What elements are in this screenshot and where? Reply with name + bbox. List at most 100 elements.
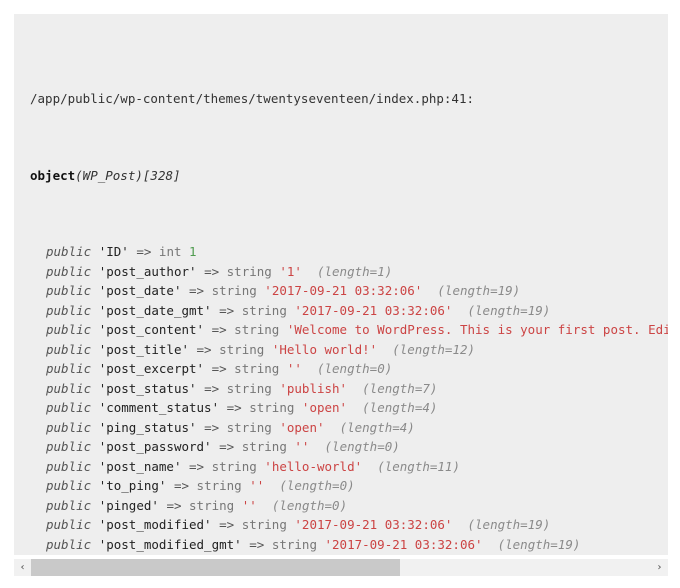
property-line: public 'to_ping' => string '' (length=0) xyxy=(30,476,668,496)
property-line: public 'post_password' => string '' (len… xyxy=(30,437,668,457)
property-type: string xyxy=(241,439,287,454)
property-arrow: => xyxy=(204,380,220,396)
property-name: 'post_content' xyxy=(98,322,205,337)
separator xyxy=(91,322,99,337)
separator xyxy=(279,322,287,337)
property-name: 'post_excerpt' xyxy=(98,361,205,376)
property-line: public 'post_content' => string 'Welcome… xyxy=(30,320,668,340)
separator xyxy=(91,439,99,454)
property-line: public 'post_excerpt' => string '' (leng… xyxy=(30,359,668,379)
property-arrow: => xyxy=(211,361,227,376)
property-value: 'open' xyxy=(301,400,348,415)
separator xyxy=(166,478,174,493)
property-visibility: public xyxy=(46,517,92,532)
separator xyxy=(212,439,220,454)
horizontal-scrollbar[interactable]: ‹ › xyxy=(14,559,668,576)
separator xyxy=(219,420,227,435)
property-name: 'post_name' xyxy=(98,458,182,474)
separator xyxy=(362,459,377,474)
separator xyxy=(197,381,205,396)
separator xyxy=(197,420,205,435)
separator xyxy=(234,498,242,513)
separator xyxy=(182,498,190,513)
property-value: '' xyxy=(241,497,257,513)
property-arrow: => xyxy=(249,536,265,552)
property-length: (length=4) xyxy=(339,419,415,435)
property-value: 'publish' xyxy=(279,380,348,396)
separator xyxy=(91,459,99,474)
property-length: (length=1) xyxy=(316,263,393,279)
property-value: '2017-09-21 03:32:06' xyxy=(294,302,453,318)
property-arrow: => xyxy=(211,322,227,337)
separator xyxy=(204,361,212,376)
property-type: string xyxy=(234,361,280,376)
object-property-count: [328] xyxy=(142,167,181,183)
separator xyxy=(91,420,99,435)
property-name: 'comment_status' xyxy=(98,400,220,415)
var-dump-content: /app/public/wp-content/themes/twentyseve… xyxy=(14,14,668,555)
property-visibility: public xyxy=(46,400,92,415)
property-line: public 'post_modified' => string '2017-0… xyxy=(30,515,668,535)
property-arrow: => xyxy=(136,244,152,259)
property-name: 'post_status' xyxy=(98,380,197,396)
property-visibility: public xyxy=(46,439,92,454)
property-visibility: public xyxy=(46,478,92,493)
scroll-right-arrow-icon[interactable]: › xyxy=(651,559,668,576)
property-visibility: public xyxy=(46,536,92,552)
separator xyxy=(182,244,190,259)
separator xyxy=(325,420,340,435)
object-class-name: (WP_Post) xyxy=(75,167,143,183)
separator xyxy=(377,342,392,357)
property-length: (length=12) xyxy=(392,341,476,357)
separator xyxy=(189,342,197,357)
separator xyxy=(317,537,325,552)
property-value: '2017-09-21 03:32:06' xyxy=(324,536,483,552)
property-value: '' xyxy=(249,478,265,493)
property-visibility: public xyxy=(46,380,92,396)
property-arrow: => xyxy=(219,439,235,454)
separator xyxy=(204,283,212,298)
property-length: (length=19) xyxy=(467,517,551,532)
property-visibility: public xyxy=(46,419,92,435)
property-arrow: => xyxy=(173,478,190,493)
scroll-left-arrow-icon[interactable]: ‹ xyxy=(14,559,31,576)
property-visibility: public xyxy=(46,341,92,357)
property-length: (length=11) xyxy=(377,458,460,474)
separator xyxy=(264,342,272,357)
var-dump-panel: /app/public/wp-content/themes/twentyseve… xyxy=(14,14,668,555)
property-type: string xyxy=(226,380,272,396)
property-type: string xyxy=(234,322,280,337)
property-length: (length=0) xyxy=(271,497,348,513)
separator xyxy=(212,342,220,357)
property-length: (length=0) xyxy=(316,361,393,376)
property-arrow: => xyxy=(219,517,235,532)
separator xyxy=(91,478,99,493)
property-type: string xyxy=(241,517,287,532)
property-arrow: => xyxy=(166,497,182,513)
scrollbar-thumb[interactable] xyxy=(31,559,400,576)
property-name: 'post_author' xyxy=(98,263,197,279)
separator xyxy=(91,498,99,513)
scrollbar-track[interactable] xyxy=(31,559,651,576)
property-arrow: => xyxy=(189,458,205,474)
separator xyxy=(204,322,212,337)
source-file-path: /app/public/wp-content/themes/twentyseve… xyxy=(30,89,668,109)
separator xyxy=(294,400,302,415)
separator xyxy=(181,459,189,474)
property-visibility: public xyxy=(46,497,92,513)
separator xyxy=(279,361,287,376)
separator xyxy=(264,537,272,552)
property-value: 'hello-world' xyxy=(264,458,363,474)
property-name: 'ID' xyxy=(98,244,129,259)
property-name: 'post_modified' xyxy=(98,517,212,532)
separator xyxy=(309,439,324,454)
separator xyxy=(181,283,189,298)
property-value: 1 xyxy=(189,244,197,259)
property-line: public 'pinged' => string '' (length=0) xyxy=(30,496,668,516)
property-line: public 'post_title' => string 'Hello wor… xyxy=(30,340,668,360)
separator xyxy=(91,361,99,376)
separator xyxy=(91,537,99,552)
property-line: public 'post_date_gmt' => string '2017-0… xyxy=(30,301,668,321)
property-value: 'Hello world!' xyxy=(271,341,378,357)
separator xyxy=(91,303,99,318)
